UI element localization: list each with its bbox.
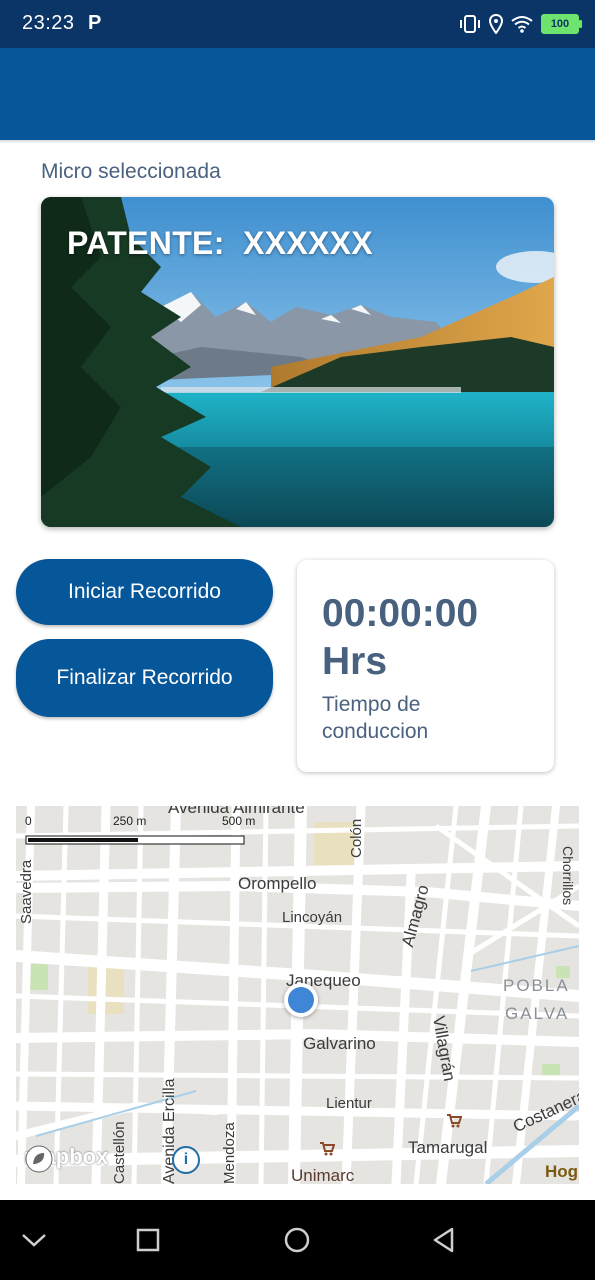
section-label: Micro seleccionada xyxy=(41,160,221,183)
plate-value: XXXXXX xyxy=(243,225,373,261)
street-label: Lincoyán xyxy=(282,909,343,926)
street-label: Galvarino xyxy=(303,1034,376,1053)
plate-title: PATENTE: XXXXXX xyxy=(67,225,373,262)
end-trip-button[interactable]: Finalizar Recorrido xyxy=(16,639,273,717)
map-view[interactable]: 0 250 m 500 m Avenida Almirante Orompell… xyxy=(16,806,579,1184)
street-label: Mendoza xyxy=(221,1122,238,1184)
timer-time: 00:00:00 xyxy=(322,592,479,635)
timer-value: 00:00:00 Hrs xyxy=(322,590,542,686)
timer-unit: Hrs xyxy=(322,640,388,683)
street-label: Castellón xyxy=(111,1121,128,1184)
street-label: Saavedra xyxy=(18,859,35,924)
chevron-down-icon[interactable] xyxy=(18,1224,50,1256)
start-trip-button[interactable]: Iniciar Recorrido xyxy=(16,559,273,625)
parking-notification-icon: P xyxy=(88,12,102,34)
mapbox-icon xyxy=(25,1145,53,1173)
street-label: Colón xyxy=(348,818,365,858)
app-bar-shadow xyxy=(0,140,595,144)
info-icon[interactable]: i xyxy=(172,1146,200,1174)
place-label: POBLA xyxy=(503,976,570,995)
status-time: 23:23 xyxy=(22,12,75,34)
street-label: Tamarugal xyxy=(408,1138,488,1157)
shop-icon xyxy=(447,1114,462,1128)
vibrate-icon xyxy=(460,15,480,33)
timer-caption: Tiempo de conduccion xyxy=(322,693,429,743)
street-label: Chorrillos xyxy=(560,846,576,906)
mapbox-logo: mapbox xyxy=(24,1144,108,1173)
place-label: GALVA xyxy=(505,1004,570,1023)
circle-icon[interactable] xyxy=(281,1224,313,1256)
system-nav-bar xyxy=(0,1200,595,1280)
status-icons: 100 xyxy=(459,12,582,36)
place-label: Hog xyxy=(545,1162,579,1181)
scale-label-250: 250 m xyxy=(113,814,147,828)
current-location-marker xyxy=(284,983,318,1017)
place-label: Unimarc xyxy=(291,1166,355,1184)
scale-label-0: 0 xyxy=(25,814,32,828)
battery-indicator: 100 xyxy=(541,14,582,34)
square-icon[interactable] xyxy=(132,1224,164,1256)
triangle-back-icon[interactable] xyxy=(428,1224,460,1256)
shop-icon xyxy=(320,1142,335,1156)
street-label: Orompello xyxy=(238,874,317,893)
bus-card[interactable]: PATENTE: XXXXXX xyxy=(41,197,554,527)
plate-label: PATENTE: xyxy=(67,225,225,261)
status-bar: 23:23 P 100 xyxy=(0,0,595,48)
driving-timer-card: 00:00:00 Hrs Tiempo de conduccion xyxy=(297,560,554,772)
wifi-icon xyxy=(511,16,533,33)
location-icon xyxy=(489,14,503,34)
app-bar xyxy=(0,48,595,140)
street-label: Lientur xyxy=(326,1095,372,1112)
street-label: Avenida Almirante xyxy=(168,806,305,817)
